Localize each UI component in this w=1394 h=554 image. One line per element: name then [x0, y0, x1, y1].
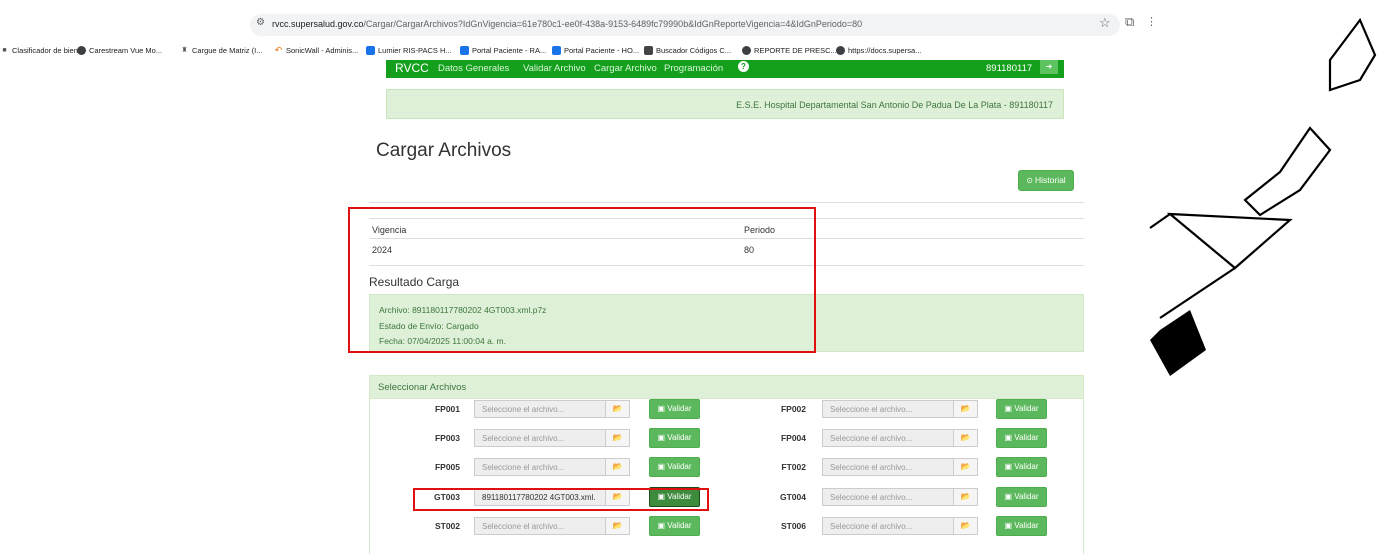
- top-navbar: RVCC Datos Generales Validar Archivo Car…: [386, 60, 1064, 78]
- folder-open-icon[interactable]: 📂: [606, 429, 630, 447]
- nav-cargar-archivo[interactable]: Cargar Archivo: [594, 63, 657, 74]
- brand-logo[interactable]: RVCC: [395, 61, 429, 75]
- folder-open-icon[interactable]: 📂: [606, 517, 630, 535]
- file-input[interactable]: Seleccione el archivo...: [474, 458, 606, 476]
- bookmark-item[interactable]: Carestream Vue Mo...: [77, 46, 162, 55]
- file-input[interactable]: Seleccione el archivo...: [474, 400, 606, 418]
- file-input[interactable]: Seleccione el archivo...: [474, 429, 606, 447]
- divider: [369, 202, 1084, 203]
- save-icon: ▣: [1004, 521, 1015, 530]
- bookmark-item[interactable]: Portal Paciente - RA...: [460, 46, 546, 55]
- validate-button[interactable]: ▣ Validar: [996, 399, 1047, 419]
- globe-icon: [836, 46, 845, 55]
- file-code-label: FP004: [780, 433, 806, 443]
- bookmark-item[interactable]: ↶ SonicWall - Adminis...: [274, 45, 359, 56]
- bookmark-item[interactable]: https://docs.supersa...: [836, 46, 921, 55]
- file-code-label: FP001: [434, 404, 460, 414]
- nav-datos-generales[interactable]: Datos Generales: [438, 63, 509, 74]
- file-input[interactable]: Seleccione el archivo...: [822, 458, 954, 476]
- highlight-box: [413, 488, 709, 511]
- file-code-label: ST006: [780, 521, 806, 531]
- validate-label: Validar: [1014, 433, 1039, 442]
- file-code-label: GT004: [780, 492, 806, 502]
- buscador-icon: [644, 46, 653, 55]
- url-path: /Cargar/CargarArchivos?IdGnVigencia=61e7…: [363, 19, 863, 29]
- entity-name: E.S.E. Hospital Departamental San Antoni…: [736, 100, 1053, 110]
- folder-open-icon[interactable]: 📂: [954, 429, 978, 447]
- portal-icon: [460, 46, 469, 55]
- bookmark-item[interactable]: REPORTE DE PRESC...: [742, 46, 837, 55]
- save-icon: ▣: [657, 433, 668, 442]
- validate-label: Validar: [1014, 521, 1039, 530]
- validate-button[interactable]: ▣ Validar: [996, 516, 1047, 536]
- folder-open-icon[interactable]: 📂: [606, 458, 630, 476]
- address-bar[interactable]: ⚙ rvcc.supersalud.gov.co/Cargar/CargarAr…: [250, 14, 1120, 36]
- file-code-label: FP002: [780, 404, 806, 414]
- nav-validar-archivo[interactable]: Validar Archivo: [523, 63, 586, 74]
- validate-label: Validar: [667, 433, 692, 442]
- panel-title: Seleccionar Archivos: [370, 376, 1083, 399]
- entity-banner: E.S.E. Hospital Departamental San Antoni…: [386, 89, 1064, 119]
- validate-button[interactable]: ▣ Validar: [649, 428, 700, 448]
- save-icon: ▣: [1004, 433, 1015, 442]
- save-icon: ▣: [657, 404, 668, 413]
- bookmark-item[interactable]: Buscador Códigos C...: [644, 46, 731, 55]
- folder-open-icon[interactable]: 📂: [954, 400, 978, 418]
- file-input[interactable]: Seleccione el archivo...: [474, 517, 606, 535]
- url-host: rvcc.supersalud.gov.co: [272, 19, 364, 29]
- help-icon[interactable]: ?: [738, 61, 749, 72]
- validate-label: Validar: [1014, 404, 1039, 413]
- file-input[interactable]: Seleccione el archivo...: [822, 488, 954, 506]
- validate-button[interactable]: ▣ Validar: [649, 457, 700, 477]
- save-icon: ▣: [657, 521, 668, 530]
- bookmark-item[interactable]: Portal Paciente - HO...: [552, 46, 639, 55]
- file-input[interactable]: Seleccione el archivo...: [822, 517, 954, 535]
- watermark: [1149, 17, 1377, 376]
- globe-icon: [742, 46, 751, 55]
- site-info-icon[interactable]: ⚙: [256, 17, 265, 28]
- bookmark-icon: ♜: [181, 47, 188, 54]
- bookmark-item[interactable]: Lumier RIS-PACS H...: [366, 46, 452, 55]
- portal-icon: [552, 46, 561, 55]
- validate-button[interactable]: ▣ Validar: [649, 399, 700, 419]
- folder-open-icon[interactable]: 📂: [954, 458, 978, 476]
- file-input[interactable]: Seleccione el archivo...: [822, 400, 954, 418]
- validate-button[interactable]: ▣ Validar: [649, 516, 700, 536]
- file-code-label: FP005: [434, 462, 460, 472]
- file-code-label: FP003: [434, 433, 460, 443]
- save-icon: ▣: [1004, 404, 1015, 413]
- validate-label: Validar: [667, 521, 692, 530]
- save-icon: ▣: [657, 462, 668, 471]
- file-input[interactable]: Seleccione el archivo...: [822, 429, 954, 447]
- user-id: 891180117: [986, 63, 1033, 74]
- file-code-label: ST002: [434, 521, 460, 531]
- folder-open-icon[interactable]: 📂: [954, 488, 978, 506]
- validate-label: Validar: [667, 462, 692, 471]
- sonicwall-icon: ↶: [274, 45, 283, 55]
- file-code-label: FT002: [781, 462, 806, 472]
- bookmark-item[interactable]: ♜ Cargue de Matriz (I...: [180, 46, 262, 55]
- validate-label: Validar: [1014, 492, 1039, 501]
- globe-icon: [77, 46, 86, 55]
- lumier-icon: [366, 46, 375, 55]
- page-title: Cargar Archivos: [376, 140, 512, 161]
- nav-programacion[interactable]: Programación: [664, 63, 723, 74]
- save-icon: ▣: [1004, 492, 1015, 501]
- folder-open-icon[interactable]: 📂: [954, 517, 978, 535]
- highlight-box: [348, 207, 816, 353]
- validate-label: Validar: [1014, 462, 1039, 471]
- validate-button[interactable]: ▣ Validar: [996, 487, 1047, 507]
- bookmark-icon: ■: [2, 47, 7, 54]
- bookmark-item[interactable]: ■ Clasificador de bien...: [0, 46, 84, 55]
- folder-open-icon[interactable]: 📂: [606, 400, 630, 418]
- save-icon: ▣: [1004, 462, 1015, 471]
- validate-label: Validar: [667, 404, 692, 413]
- validate-button[interactable]: ▣ Validar: [996, 457, 1047, 477]
- validate-button[interactable]: ▣ Validar: [996, 428, 1047, 448]
